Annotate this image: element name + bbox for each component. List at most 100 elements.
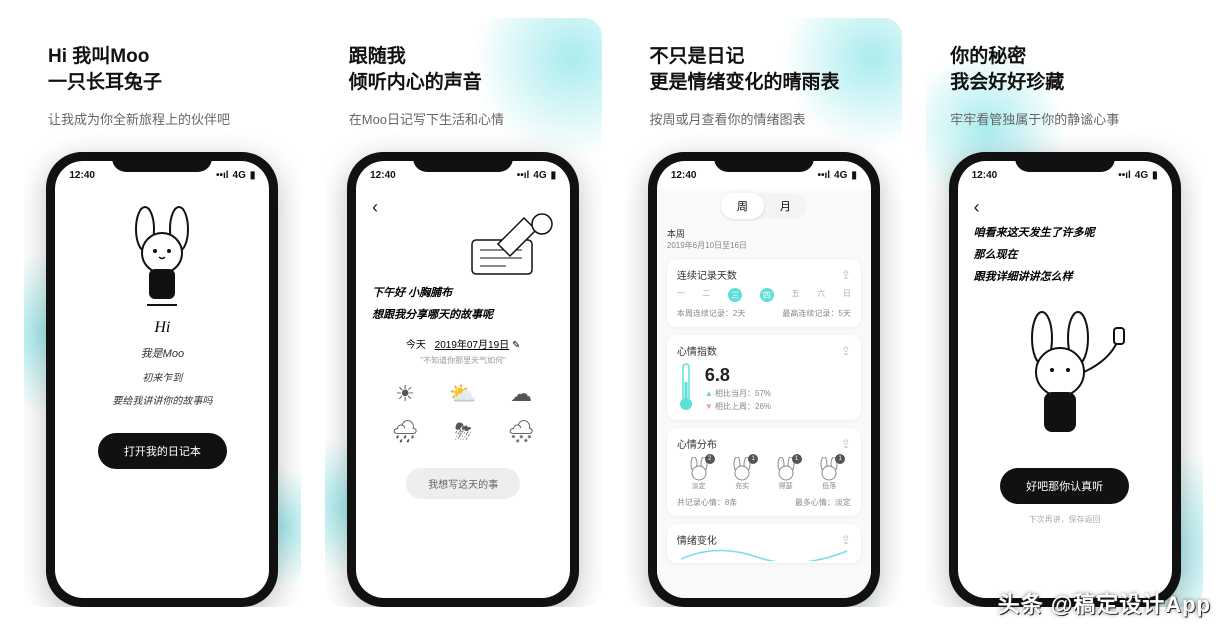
dist-label: 淡定 [692, 481, 706, 491]
intro-line-2: 初来乍到 [142, 369, 182, 384]
share-icon[interactable]: ⇪ [841, 437, 851, 451]
listen-button[interactable]: 好吧那你认真听 [1000, 468, 1129, 504]
weather-picker: ☀ ⛅ ☁ 🌧 ⛈ 🌨 [387, 380, 539, 446]
vs-month: 相比当月：57% [715, 389, 771, 398]
edit-icon[interactable]: ✎ [512, 340, 520, 351]
dist-item: 1 充实 [729, 457, 755, 491]
best-value: 5天 [838, 309, 850, 318]
prompt-text: 想跟我分享哪天的故事呢 [372, 306, 493, 322]
title-line-1: 你的秘密 [950, 44, 1179, 70]
signal-icon: ••ıl [517, 170, 530, 181]
title-line-2: 更是情绪变化的晴雨表 [650, 70, 879, 96]
day-sat: 六 [817, 288, 825, 302]
open-diary-button[interactable]: 打开我的日记本 [98, 433, 227, 469]
mood-distribution-panel: 心情分布 ⇪ 2 淡定 1 充实 1 [667, 428, 861, 516]
phone-notch [714, 152, 814, 172]
mood-index-title: 心情指数 [677, 343, 717, 358]
status-time: 12:40 [972, 170, 998, 181]
up-arrow-icon: ▲ [705, 389, 715, 398]
write-entry-button[interactable]: 我想写这天的事 [406, 468, 520, 499]
promo-card-3: 不只是日记 更是情绪变化的晴雨表 按周或月查看你的情绪图表 12:40 ••ıl… [626, 18, 903, 607]
date-row[interactable]: 今天 2019年07月19日 ✎ [406, 336, 520, 351]
dist-label: 充实 [735, 481, 749, 491]
battery-icon: ▮ [1152, 170, 1158, 181]
status-time: 12:40 [69, 170, 95, 181]
subtitle: 在Moo日记写下生活和心情 [349, 109, 578, 128]
most-label: 最多心情： [795, 498, 835, 507]
weather-cloudy-icon[interactable]: ☁ [503, 380, 539, 408]
phone-notch [413, 152, 513, 172]
phone-frame: 12:40 ••ıl 4G ▮ Hi 我是Moo [46, 152, 278, 607]
secret-line-2: 那么现在 [974, 246, 1018, 262]
phone-frame: 12:40 ••ıl 4G ▮ 周 月 本周 2019年6月10日至16日 连续… [648, 152, 880, 607]
weather-sunny-icon[interactable]: ☀ [387, 380, 423, 408]
streak-value: 2天 [733, 309, 745, 318]
phone-screen: 12:40 ••ıl 4G ▮ Hi 我是Moo [55, 161, 269, 598]
total-label: 共记录心情： [677, 498, 725, 507]
phone-screen: 12:40 ••ıl 4G ▮ ‹ 咱看来这天发生了许多呢 那么现在 跟我详细讲… [958, 161, 1172, 598]
battery-icon: ▮ [851, 170, 857, 181]
day-thu: 四 [760, 288, 774, 302]
down-arrow-icon: ▼ [705, 402, 715, 411]
day-tue: 二 [703, 288, 711, 302]
network-label: 4G [1135, 170, 1148, 181]
promo-card-1: Hi 我叫Moo 一只长耳兔子 让我成为你全新旅程上的伙伴吧 12:40 ••ı… [24, 18, 301, 607]
battery-icon: ▮ [250, 170, 256, 181]
phone-screen: 12:40 ••ıl 4G ▮ ‹ 下午好 小胸脯布 想跟我分享哪天的故事呢 [356, 161, 570, 598]
trend-title: 情绪变化 [677, 532, 717, 547]
title-line-1: 跟随我 [349, 44, 578, 70]
segment-month[interactable]: 月 [764, 193, 807, 219]
period-segmented-control[interactable]: 周 月 [721, 193, 807, 219]
subtitle: 让我成为你全新旅程上的伙伴吧 [48, 109, 277, 128]
title-line-2: 倾听内心的声音 [349, 70, 578, 96]
save-hint[interactable]: 下次再讲，保存返回 [1029, 514, 1101, 525]
day-wed: 三 [728, 288, 742, 302]
phone-notch [1015, 152, 1115, 172]
share-icon[interactable]: ⇪ [841, 268, 851, 282]
network-label: 4G [533, 170, 546, 181]
status-time: 12:40 [671, 170, 697, 181]
status-time: 12:40 [370, 170, 396, 181]
bunny-mood-icon: 1 [816, 457, 842, 481]
day-sun: 日 [843, 288, 851, 302]
card-heading: 不只是日记 更是情绪变化的晴雨表 按周或月查看你的情绪图表 [626, 44, 903, 128]
signal-icon: ••ıl [817, 170, 830, 181]
card-heading: Hi 我叫Moo 一只长耳兔子 让我成为你全新旅程上的伙伴吧 [24, 44, 301, 128]
subtitle: 按周或月查看你的情绪图表 [650, 109, 879, 128]
mood-trend-panel: 情绪变化 ⇪ [667, 524, 861, 563]
total-value: 8条 [725, 498, 737, 507]
distribution-row: 2 淡定 1 充实 1 得瑟 1 低落 [677, 457, 851, 491]
back-icon[interactable]: ‹ [372, 197, 378, 218]
weather-storm-icon[interactable]: ⛈ [445, 418, 481, 446]
weather-partly-cloudy-icon[interactable]: ⛅ [445, 380, 481, 408]
title-line-1: 不只是日记 [650, 44, 879, 70]
promo-card-4: 你的秘密 我会好好珍藏 牢牢看管独属于你的静谧心事 12:40 ••ıl 4G … [926, 18, 1203, 607]
weather-rain-icon[interactable]: 🌧 [387, 418, 423, 446]
weather-snow-icon[interactable]: 🌨 [503, 418, 539, 446]
secret-line-1: 咱看来这天发生了许多呢 [974, 224, 1095, 240]
segment-week[interactable]: 周 [721, 193, 764, 219]
title-line-2: 我会好好珍藏 [950, 70, 1179, 96]
title-line-1: Hi 我叫Moo [48, 44, 277, 70]
greeting-hi: Hi [154, 319, 170, 337]
share-icon[interactable]: ⇪ [841, 344, 851, 358]
greeting-text: 下午好 小胸脯布 [372, 284, 452, 300]
today-label: 今天 [406, 340, 426, 351]
intro-line-3: 要给我讲讲你的故事吗 [112, 392, 212, 407]
network-label: 4G [233, 170, 246, 181]
back-icon[interactable]: ‹ [974, 197, 980, 218]
dist-item: 2 淡定 [686, 457, 712, 491]
subtitle: 牢牢看管独属于你的静谧心事 [950, 109, 1179, 128]
writing-illustration [454, 210, 554, 280]
card-heading: 你的秘密 我会好好珍藏 牢牢看管独属于你的静谧心事 [926, 44, 1203, 128]
bunny-mood-icon: 2 [686, 457, 712, 481]
mood-index-panel: 心情指数 ⇪ 6.8 ▲ 相比当月：57% ▼ 相比上周：26% [667, 335, 861, 420]
share-icon[interactable]: ⇪ [841, 533, 851, 547]
battery-icon: ▮ [551, 170, 557, 181]
dist-label: 得瑟 [779, 481, 793, 491]
streak-panel: 连续记录天数 ⇪ 一 二 三 四 五 六 日 本周连续记录：2天 最高连 [667, 259, 861, 327]
promo-card-2: 跟随我 倾听内心的声音 在Moo日记写下生活和心情 12:40 ••ıl 4G … [325, 18, 602, 607]
bunny-mood-icon: 1 [729, 457, 755, 481]
watermark: 头条 @稿定设计App [998, 587, 1211, 619]
network-label: 4G [834, 170, 847, 181]
